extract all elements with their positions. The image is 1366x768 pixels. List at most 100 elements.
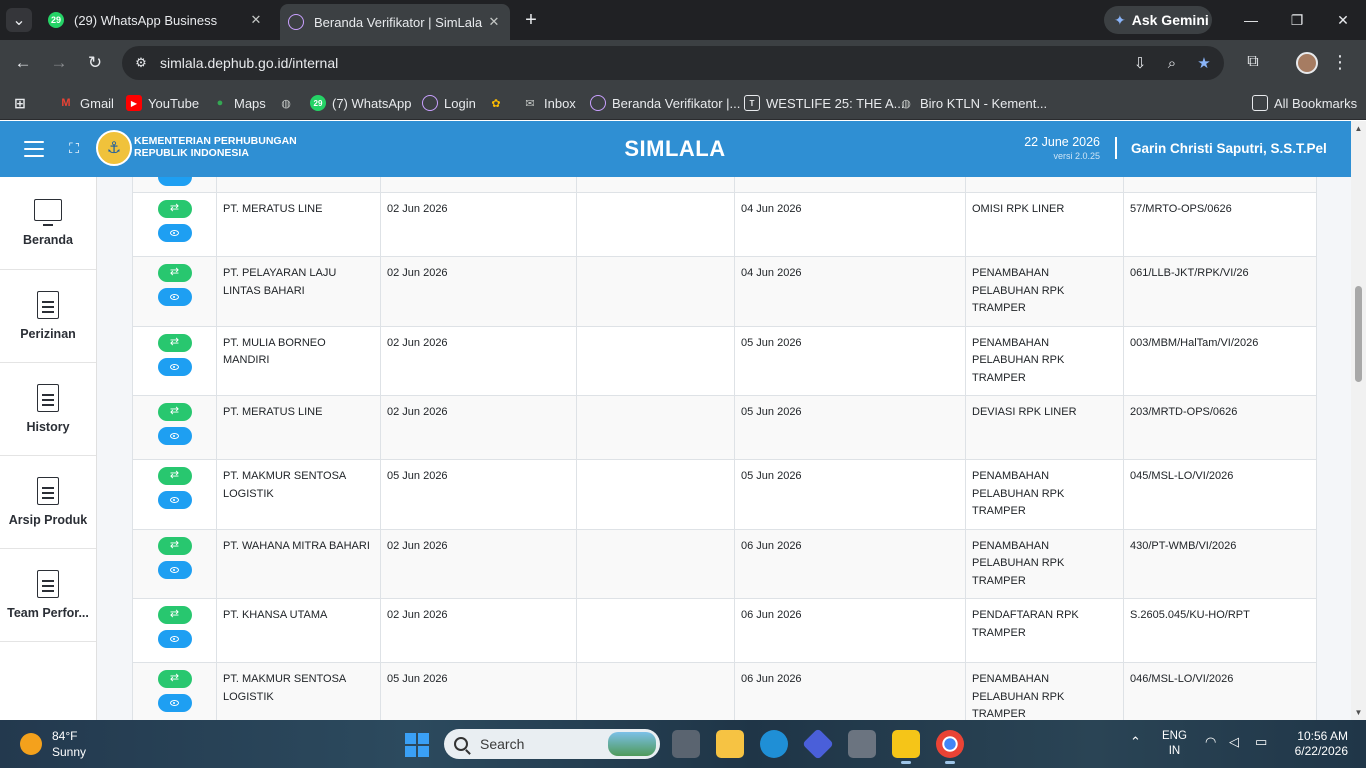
cell-request-type: OMISI RPK LINER — [965, 192, 1124, 257]
tab-whatsapp-business[interactable]: 29 (29) WhatsApp Business ✕ — [40, 0, 272, 40]
process-button[interactable]: ⇄ — [157, 467, 192, 485]
view-button[interactable] — [157, 288, 192, 306]
view-button[interactable] — [157, 560, 192, 579]
install-app-icon[interactable]: ⇩ — [1130, 53, 1150, 73]
language-indicator[interactable]: ENG IN — [1162, 729, 1187, 759]
scroll-down-icon[interactable]: ▼ — [1354, 708, 1363, 717]
document-icon — [37, 477, 59, 505]
sidebar-item-team-performance[interactable]: Team Perfor... — [0, 549, 96, 642]
reload-icon[interactable]: ↻ — [83, 51, 107, 75]
close-window-icon[interactable]: ✕ — [1330, 8, 1356, 32]
sidebar-item-beranda[interactable]: Beranda — [0, 177, 96, 270]
simlala-icon — [288, 14, 304, 30]
tab-search-button[interactable]: ⌄ — [6, 8, 32, 32]
bookmark-maps[interactable]: ● Maps — [212, 93, 266, 113]
address-bar[interactable]: ⚙ simlala.dephub.go.id/internal ⇩ ⌕ ★ — [122, 46, 1224, 80]
task-view-icon[interactable] — [672, 730, 700, 758]
bookmark-globe[interactable]: ◍ — [278, 93, 300, 113]
bookmark-inbox[interactable]: ✉ Inbox — [522, 93, 575, 113]
cell-request-type: PENAMBAHAN PELABUHAN RPK TRAMPER — [965, 459, 1124, 530]
new-tab-button[interactable]: + — [520, 9, 542, 31]
bookmark-biro-ktln[interactable]: ◍ Biro KTLN - Kement... — [898, 93, 1047, 113]
sidebar-item-arsip-produk[interactable]: Arsip Produk — [0, 456, 96, 549]
zoom-icon[interactable]: ⌕ — [1162, 53, 1182, 73]
sidebar: Beranda Perizinan History Arsip Produk T… — [0, 177, 97, 720]
bookmarks-bar: ⊞ M Gmail ▶ YouTube ● Maps ◍ 29 (7) WhatsApp… — [0, 86, 1366, 120]
bookmark-whatsapp[interactable]: 29 (7) WhatsApp — [310, 93, 411, 113]
windows-start-icon[interactable] — [405, 733, 429, 757]
sidebar-item-perizinan[interactable]: Perizinan — [0, 270, 96, 363]
apps-grid-icon[interactable]: ⊞ — [12, 93, 34, 113]
bookmark-gmail[interactable]: M Gmail — [58, 93, 114, 113]
cell-empty — [576, 192, 735, 257]
hamburger-menu-icon[interactable] — [24, 138, 44, 160]
user-name[interactable]: Garin Christi Saputri, S.S.T.Pel — [1131, 141, 1327, 156]
view-button[interactable] — [157, 630, 192, 648]
table-row: ⇄ PT. PELAYARAN LAJU LINTAS BAHARI 02 Jun … — [132, 256, 1317, 327]
minimize-icon[interactable]: — — [1238, 8, 1264, 32]
restore-icon[interactable]: ❐ — [1284, 8, 1310, 32]
extensions-icon[interactable]: ⧉ — [1242, 51, 1264, 73]
file-explorer-icon[interactable] — [716, 730, 744, 758]
scrollbar-thumb[interactable] — [1355, 286, 1362, 382]
weather-widget[interactable]: 84°F Sunny — [20, 728, 86, 760]
close-tab-icon[interactable]: ✕ — [484, 12, 504, 32]
scroll-up-icon[interactable]: ▲ — [1354, 124, 1363, 133]
bookmark-login[interactable]: Login — [422, 93, 476, 113]
view-button[interactable] — [157, 427, 192, 445]
process-button[interactable]: ⇄ — [157, 536, 192, 555]
process-button[interactable]: ⇄ — [157, 200, 192, 218]
swap-arrows-icon: ⇄ — [169, 266, 180, 279]
cell-company: PT. MERATUS LINE — [216, 192, 381, 257]
bookmark-beranda-verifikator[interactable]: Beranda Verifikator |... — [590, 93, 740, 113]
sidebar-item-history[interactable]: History — [0, 363, 96, 456]
process-button[interactable]: ⇄ — [157, 670, 192, 688]
cell-company: PT. PELAYARAN LAJU LINTAS BAHARI — [216, 256, 381, 327]
profile-avatar[interactable] — [1296, 52, 1318, 74]
process-button[interactable]: ⇄ — [157, 403, 192, 421]
all-bookmarks-button[interactable]: All Bookmarks — [1252, 93, 1357, 113]
page-scrollbar[interactable]: ▲ ▼ — [1351, 121, 1366, 720]
view-button[interactable] — [157, 357, 192, 376]
view-button[interactable] — [157, 177, 192, 186]
view-button[interactable] — [157, 694, 192, 712]
camera-icon[interactable] — [848, 730, 876, 758]
system-clock[interactable]: 10:56 AM 6/22/2026 — [1286, 729, 1348, 759]
cell-letter-number: 045/MSL-LO/VI/2026 — [1123, 459, 1317, 530]
taskbar-search[interactable]: Search — [444, 729, 660, 759]
table-row: ⇄ PT. MAKMUR SENTOSA LOGISTIK 05 Jun 2026 0… — [132, 459, 1317, 530]
youtube-icon: ▶ — [126, 95, 142, 111]
copilot-icon[interactable] — [802, 728, 834, 760]
edge-icon[interactable] — [760, 730, 788, 758]
process-button[interactable]: ⇄ — [157, 333, 192, 352]
process-button[interactable]: ⇄ — [157, 606, 192, 624]
pinwheel-icon: ✿ — [491, 97, 501, 110]
cell-submitted-date: 02 Jun 2026 — [380, 528, 577, 599]
bookmark-westlife[interactable]: T WESTLIFE 25: THE A... — [744, 93, 904, 113]
tab-beranda-verifikator[interactable]: Beranda Verifikator | SimLala ✕ — [280, 4, 510, 40]
bookmark-youtube[interactable]: ▶ YouTube — [126, 93, 199, 113]
forward-arrow-icon[interactable]: → — [47, 51, 71, 75]
battery-icon[interactable]: ▭ — [1255, 734, 1267, 750]
bookmark-pinwheel[interactable]: ✿ — [488, 93, 510, 113]
globe-icon: ◍ — [901, 97, 911, 110]
fullscreen-icon[interactable]: ⛶ — [64, 138, 84, 158]
url-text: simlala.dephub.go.id/internal — [160, 55, 339, 71]
view-button[interactable] — [157, 491, 192, 509]
cell-letter-number: 203/MRTD-OPS/0626 — [1123, 395, 1317, 460]
view-button[interactable] — [157, 224, 192, 242]
sidebar-item-label: Perizinan — [20, 327, 76, 341]
close-tab-icon[interactable]: ✕ — [246, 10, 266, 30]
bookmark-star-icon[interactable]: ★ — [1194, 53, 1214, 73]
browser-tab-strip: ⌄ 29 (29) WhatsApp Business ✕ Beranda Ve… — [0, 0, 1366, 40]
wifi-icon[interactable]: ◠ — [1205, 734, 1216, 750]
show-hidden-icons[interactable]: ⌃ — [1130, 734, 1141, 750]
volume-icon[interactable]: ◁ — [1229, 734, 1239, 750]
sticky-notes-icon[interactable] — [892, 730, 920, 764]
site-info-icon[interactable]: ⚙ — [132, 54, 150, 72]
ask-gemini-button[interactable]: ✦ Ask Gemini — [1104, 6, 1212, 34]
menu-kebab-icon[interactable]: ⋮ — [1330, 51, 1350, 73]
back-arrow-icon[interactable]: ← — [11, 51, 35, 75]
chrome-icon[interactable] — [936, 730, 964, 764]
process-button[interactable]: ⇄ — [157, 264, 192, 282]
